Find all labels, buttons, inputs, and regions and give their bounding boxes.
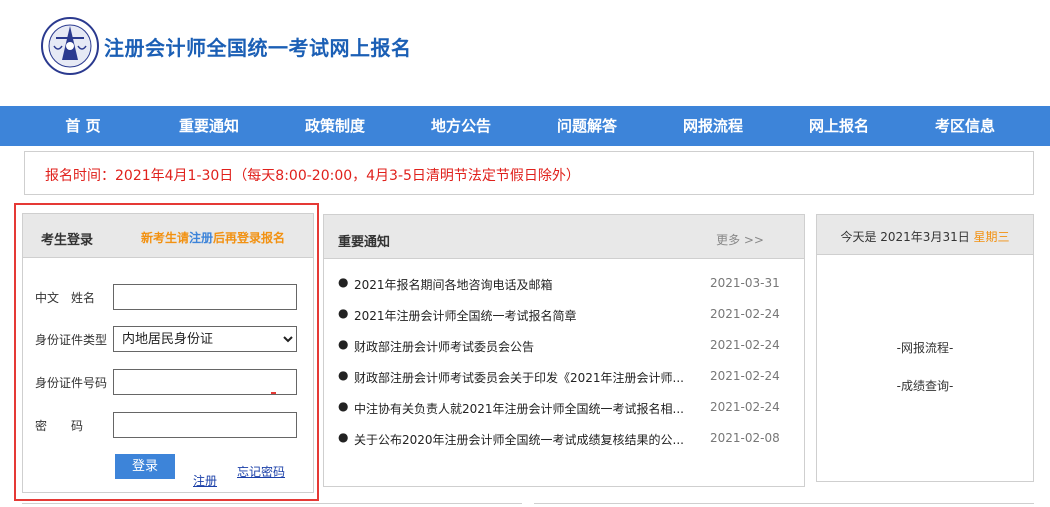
bottom-panel-left: [22, 503, 522, 507]
notice-date: 2021-03-31: [710, 276, 780, 290]
id-number-input[interactable]: [113, 369, 297, 395]
today-date: 今天是 2021年3月31日 星期三: [817, 228, 1033, 245]
notice-date: 2021-02-24: [710, 338, 780, 352]
login-panel: 考生登录 新考生请注册后再登录报名 中文 姓名 身份证件类型 内地居民身份证 身…: [22, 213, 314, 493]
notice-title[interactable]: 2021年报名期间各地咨询电话及邮箱: [354, 276, 684, 293]
cicpa-logo-icon: [41, 17, 99, 75]
notice-title[interactable]: 2021年注册会计师全国统一考试报名简章: [354, 307, 684, 324]
id-type-row: 身份证件类型 内地居民身份证: [23, 326, 315, 352]
nav-exam-areas[interactable]: 考区信息: [902, 106, 1028, 146]
notice-date: 2021-02-08: [710, 431, 780, 445]
bullet-icon: ●: [338, 306, 349, 320]
important-notices-panel: 重要通知 更多 >> ● 2021年报名期间各地咨询电话及邮箱 2021-03-31…: [323, 214, 805, 487]
login-panel-header: 考生登录 新考生请注册后再登录报名: [23, 214, 313, 258]
notice-title[interactable]: 关于公布2020年注册会计师全国统一考试成绩复核结果的公...: [354, 431, 684, 448]
password-input[interactable]: [113, 412, 297, 438]
bottom-panel-right: [534, 503, 1034, 507]
notice-date: 2021-02-24: [710, 369, 780, 383]
register-hint-link[interactable]: 注册: [189, 231, 213, 245]
notices-header: 重要通知 更多 >>: [324, 215, 804, 259]
notice-title[interactable]: 财政部注册会计师考试委员会关于印发《2021年注册会计师...: [354, 369, 684, 386]
id-type-label: 身份证件类型: [35, 333, 108, 347]
notices-title: 重要通知: [338, 235, 391, 250]
nav-home[interactable]: 首 页: [20, 106, 146, 146]
today-date-text: 今天是 2021年3月31日: [840, 230, 974, 244]
process-link[interactable]: -网报流程-: [817, 339, 1033, 356]
login-button[interactable]: 登录: [115, 454, 175, 479]
main-nav: 首 页 重要通知 政策制度 地方公告 问题解答 网报流程 网上报名 考区信息: [0, 106, 1050, 146]
registration-time-text: 报名时间：2021年4月1-30日（每天8:00-20:00，4月3-5日清明节…: [45, 168, 580, 184]
login-title: 考生登录: [41, 233, 94, 248]
registration-time-notice: 报名时间：2021年4月1-30日（每天8:00-20:00，4月3-5日清明节…: [24, 151, 1034, 195]
id-type-select[interactable]: 内地居民身份证: [113, 326, 297, 352]
forgot-password-link[interactable]: 忘记密码: [237, 463, 285, 480]
name-label: 中文 姓名: [35, 291, 96, 305]
nav-online-registration[interactable]: 网上报名: [776, 106, 902, 146]
nav-notices[interactable]: 重要通知: [146, 106, 272, 146]
notice-date: 2021-02-24: [710, 400, 780, 414]
nav-faq[interactable]: 问题解答: [524, 106, 650, 146]
notices-list: ● 2021年报名期间各地咨询电话及邮箱 2021-03-31 ● 2021年注册会计…: [324, 273, 804, 459]
list-item[interactable]: ● 2021年注册会计师全国统一考试报名简章 2021-02-24: [324, 304, 804, 335]
list-item[interactable]: ● 中注协有关负责人就2021年注册会计师全国统一考试报名相... 2021-02-…: [324, 397, 804, 428]
nav-policy[interactable]: 政策制度: [272, 106, 398, 146]
header: 注册会计师全国统一考试网上报名: [0, 0, 1050, 106]
password-row: 密 码: [23, 412, 315, 438]
list-item[interactable]: ● 财政部注册会计师考试委员会关于印发《2021年注册会计师... 2021-02-…: [324, 366, 804, 397]
nav-process[interactable]: 网报流程: [650, 106, 776, 146]
bullet-icon: ●: [338, 368, 349, 382]
register-hint-suffix: 后再登录报名: [213, 231, 286, 245]
bullet-icon: ●: [338, 337, 349, 351]
nav-local-announcements[interactable]: 地方公告: [398, 106, 524, 146]
notice-title[interactable]: 中注协有关负责人就2021年注册会计师全国统一考试报名相...: [354, 400, 684, 417]
name-row: 中文 姓名: [23, 284, 315, 310]
register-link[interactable]: 注册: [193, 472, 217, 489]
today-weekday: 星期三: [973, 230, 1010, 244]
register-hint: 新考生请注册后再登录报名: [141, 229, 285, 246]
score-query-link[interactable]: -成绩查询-: [817, 377, 1033, 394]
today-header: 今天是 2021年3月31日 星期三: [817, 215, 1033, 255]
register-hint-prefix: 新考生请: [141, 231, 190, 245]
more-link[interactable]: 更多 >>: [716, 231, 764, 248]
bullet-icon: ●: [338, 399, 349, 413]
id-number-label: 身份证件号码: [35, 376, 108, 390]
bullet-icon: ●: [338, 275, 349, 289]
today-panel: 今天是 2021年3月31日 星期三 -网报流程- -成绩查询-: [816, 214, 1034, 482]
name-input[interactable]: [113, 284, 297, 310]
notice-date: 2021-02-24: [710, 307, 780, 321]
site-title: 注册会计师全国统一考试网上报名: [104, 36, 412, 60]
notice-title[interactable]: 财政部注册会计师考试委员会公告: [354, 338, 684, 355]
red-mark: [271, 392, 276, 394]
list-item[interactable]: ● 关于公布2020年注册会计师全国统一考试成绩复核结果的公... 2021-02-…: [324, 428, 804, 459]
list-item[interactable]: ● 2021年报名期间各地咨询电话及邮箱 2021-03-31: [324, 273, 804, 304]
bullet-icon: ●: [338, 430, 349, 444]
password-label: 密 码: [35, 419, 84, 433]
list-item[interactable]: ● 财政部注册会计师考试委员会公告 2021-02-24: [324, 335, 804, 366]
